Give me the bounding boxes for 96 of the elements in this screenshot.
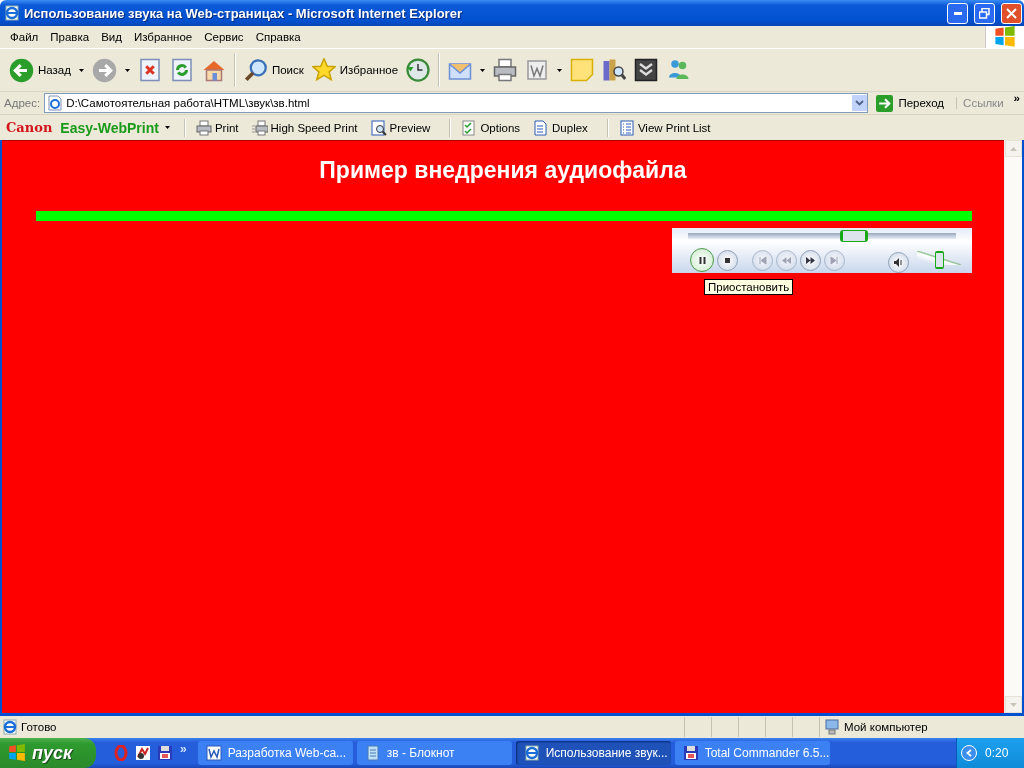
books-magnifier-icon	[602, 58, 627, 82]
document-icon	[525, 58, 550, 82]
back-button[interactable]: Назад	[6, 53, 87, 87]
browser-icon	[2, 719, 18, 735]
computer-icon	[824, 719, 840, 735]
menu-item[interactable]: Правка	[44, 31, 96, 43]
brand-logo: Canon	[6, 120, 53, 135]
taskbar-button[interactable]: Использование звук...	[515, 741, 671, 765]
printer-icon	[195, 119, 212, 136]
menu-item[interactable]: Избранное	[127, 31, 199, 43]
taskbar-button[interactable]: Total Commander 6.5...	[674, 741, 830, 765]
restore-button[interactable]	[974, 2, 995, 24]
pause-button[interactable]	[690, 248, 714, 272]
zone-text: Мой компьютер	[844, 721, 928, 733]
fast-forward-icon	[806, 255, 815, 265]
volume-thumb[interactable]	[935, 251, 944, 269]
printer-icon	[493, 58, 518, 82]
clock: 0:20	[985, 746, 1009, 760]
skip-forward-icon	[830, 255, 839, 265]
printer-icon	[251, 119, 268, 136]
menu-item[interactable]: Вид	[95, 31, 128, 43]
go-button[interactable]: Переход	[872, 94, 953, 112]
tooltip: Приостановить	[704, 279, 794, 295]
start-button[interactable]: пуск	[0, 738, 96, 768]
people-icon	[666, 58, 691, 82]
more-quick-launch-button[interactable]: »	[180, 742, 187, 756]
refresh-icon	[169, 58, 194, 82]
app-icon	[135, 745, 151, 761]
chevrons-icon	[634, 58, 659, 82]
list-icon	[618, 119, 635, 136]
taskbar-button[interactable]: Разработка Web-са...	[197, 741, 353, 765]
up-arrow-icon	[1010, 146, 1017, 151]
checklist-icon	[461, 119, 478, 136]
rewind-icon	[782, 255, 791, 265]
menu-item[interactable]: Сервис	[198, 31, 250, 43]
show-hidden-icons-button[interactable]	[961, 745, 977, 761]
stop-icon	[137, 58, 162, 82]
note-icon	[570, 58, 595, 82]
search-icon	[243, 58, 268, 82]
down-arrow-icon	[1010, 702, 1017, 707]
menu-item[interactable]: Файл	[4, 31, 45, 43]
chevron-left-icon	[966, 749, 972, 757]
chevron-down-icon	[855, 100, 865, 106]
taskbar-button[interactable]: зв - Блокнот	[356, 741, 512, 765]
skip-back-icon	[758, 255, 767, 265]
pause-icon	[697, 255, 707, 265]
dropdown-button[interactable]	[852, 95, 868, 111]
stop-button[interactable]	[717, 249, 738, 271]
preview-button[interactable]: Preview	[370, 119, 438, 136]
minimize-button[interactable]	[947, 2, 968, 24]
quick-launch-button[interactable]	[157, 745, 173, 761]
notepad-icon	[364, 745, 381, 761]
seek-thumb[interactable]	[840, 230, 869, 242]
close-icon	[1006, 7, 1017, 19]
search-button[interactable]: Поиск	[240, 53, 307, 87]
close-button[interactable]	[1001, 2, 1022, 24]
view-print-list-button[interactable]: View Print List	[618, 119, 718, 136]
options-button[interactable]: Options	[461, 119, 528, 136]
caret-icon[interactable]	[78, 68, 84, 72]
mute-button[interactable]	[888, 252, 909, 273]
caret-icon[interactable]	[557, 68, 563, 72]
more-links-button[interactable]: »	[1013, 92, 1024, 104]
preview-icon	[370, 119, 387, 136]
menu-item[interactable]: Справка	[249, 31, 307, 43]
speaker-icon	[894, 258, 903, 267]
fast-forward-button[interactable]	[800, 249, 821, 271]
duplex-button[interactable]: Duplex	[533, 119, 595, 136]
windows-flag-icon	[994, 26, 1016, 48]
star-icon	[311, 58, 336, 82]
print-button[interactable]: Print	[195, 119, 246, 136]
restore-icon	[979, 7, 990, 19]
seek-bar[interactable]	[688, 230, 956, 242]
letter-o-icon	[113, 745, 129, 761]
caret-icon[interactable]	[480, 68, 486, 72]
page-icon	[47, 95, 64, 111]
favorites-button[interactable]: Избранное	[308, 53, 402, 87]
clock-icon	[406, 58, 431, 82]
high-speed-print-button[interactable]: High Speed Print	[251, 119, 365, 136]
caret-icon[interactable]	[124, 68, 130, 72]
browser-icon	[523, 745, 540, 761]
page-heading: Пример внедрения аудиофайла	[319, 157, 687, 184]
address-field[interactable]: D:\Самотоятельная работа\HTML\звук\зв.html	[44, 93, 869, 113]
home-icon	[201, 58, 226, 82]
status-text: Готово	[21, 721, 58, 733]
quick-launch-button[interactable]	[135, 745, 151, 761]
stop-icon	[723, 255, 732, 265]
document-icon	[533, 119, 550, 136]
caret-icon[interactable]	[164, 126, 170, 129]
minimize-icon	[953, 11, 962, 15]
window-title: Использование звука на Web-страницах - Microsoft Internet Explorer	[24, 5, 463, 21]
browser-icon	[4, 5, 20, 21]
windows-flag-icon	[8, 744, 26, 762]
address-label: Адрес:	[4, 97, 41, 109]
go-arrow-icon	[876, 94, 894, 112]
word-document-icon	[205, 745, 222, 761]
previous-button[interactable]	[752, 249, 773, 271]
